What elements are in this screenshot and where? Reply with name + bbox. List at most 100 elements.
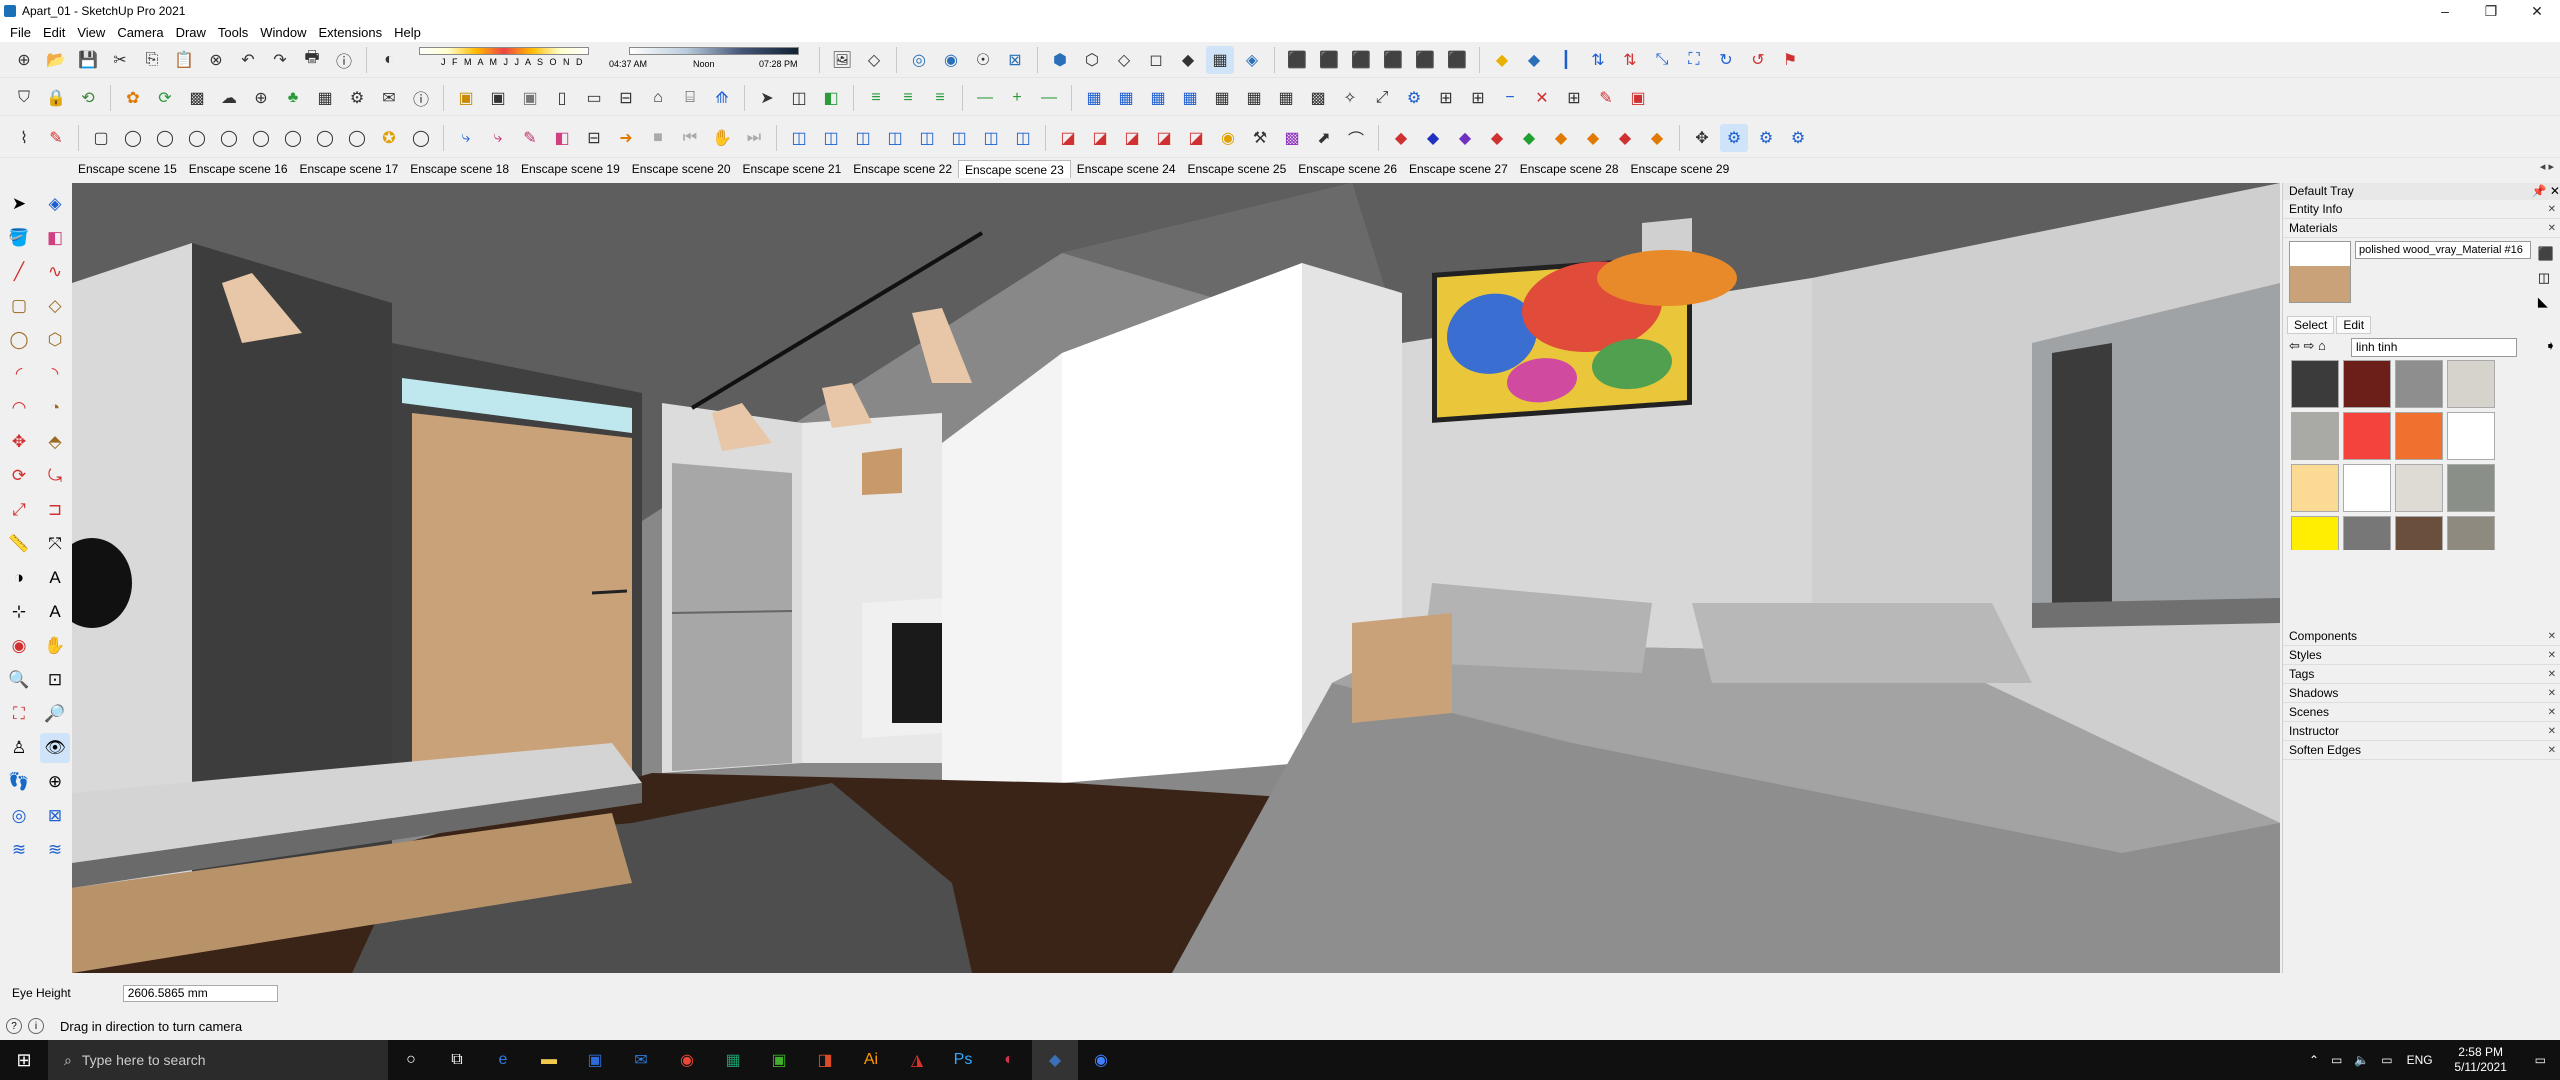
material-swatch[interactable]: [2343, 464, 2391, 512]
tool-c-icon[interactable]: ◪: [1118, 124, 1146, 152]
select-tab[interactable]: Select: [2287, 316, 2335, 334]
cube-8-icon[interactable]: ◫: [1009, 124, 1037, 152]
close-icon[interactable]: ✕: [2548, 219, 2560, 237]
menu-extensions[interactable]: Extensions: [313, 25, 389, 40]
scene-tab[interactable]: Enscape scene 19: [515, 160, 626, 178]
undo-icon[interactable]: ↶: [234, 46, 262, 74]
offset-tool-icon[interactable]: ⊐: [40, 495, 70, 525]
material-swatch[interactable]: [2291, 412, 2339, 460]
scene-tab[interactable]: Enscape scene 24: [1071, 160, 1182, 178]
photoshop-icon[interactable]: Ps: [940, 1040, 986, 1080]
diamond-red-3-icon[interactable]: ◆: [1611, 124, 1639, 152]
cube-4-icon[interactable]: ◫: [881, 124, 909, 152]
edge-icon[interactable]: e: [480, 1040, 526, 1080]
copy-icon[interactable]: ⎘: [138, 46, 166, 74]
previous-view-tool-icon[interactable]: 🔎: [40, 699, 70, 729]
box-profile-icon[interactable]: ▢: [87, 124, 115, 152]
arrow-right-icon[interactable]: ➜: [612, 124, 640, 152]
tree-icon[interactable]: ♣: [279, 84, 307, 112]
component-box-icon[interactable]: ▣: [452, 84, 480, 112]
cube-1-icon[interactable]: ◫: [785, 124, 813, 152]
enscape-start-icon[interactable]: ◆: [1488, 46, 1516, 74]
material-swatch[interactable]: [2447, 412, 2495, 460]
menu-edit[interactable]: Edit: [37, 25, 71, 40]
scene-tab[interactable]: Enscape scene 29: [1625, 160, 1736, 178]
zoom-extents-icon[interactable]: ◉: [937, 46, 965, 74]
zoom-extents-tool-icon[interactable]: ⛶: [4, 699, 34, 729]
line-style-3-icon[interactable]: ≡: [926, 84, 954, 112]
select-arrow-icon[interactable]: ➤: [753, 84, 781, 112]
cortana-icon[interactable]: ○: [388, 1040, 434, 1080]
diamond-purple-icon[interactable]: ◆: [1451, 124, 1479, 152]
tape-blue-icon[interactable]: ⤷: [452, 124, 480, 152]
library-nav[interactable]: ⇦ ⇨ ⌂: [2289, 338, 2326, 354]
grid-3-icon[interactable]: ▦: [1144, 84, 1172, 112]
grid-7-icon[interactable]: ▦: [1272, 84, 1300, 112]
tool-d-icon[interactable]: ◪: [1150, 124, 1178, 152]
sandbox-icon[interactable]: ✿: [119, 84, 147, 112]
right-view-icon[interactable]: ⬛: [1379, 46, 1407, 74]
edit-icon[interactable]: ✎: [516, 124, 544, 152]
info-dark-icon[interactable]: ⓘ: [407, 84, 435, 112]
sketchup-icon[interactable]: ◆: [1032, 1040, 1078, 1080]
walk-icon[interactable]: ☉: [969, 46, 997, 74]
material-swatch[interactable]: [2343, 516, 2391, 550]
checker-pattern-icon[interactable]: ▩: [1304, 84, 1332, 112]
close-icon[interactable]: ✕: [2548, 703, 2560, 721]
tray-pin-close-icon[interactable]: 📌 ✕: [2532, 183, 2560, 200]
scene-tab[interactable]: Enscape scene 21: [737, 160, 848, 178]
cabinet-icon[interactable]: ⊟: [612, 84, 640, 112]
tray-chevron-icon[interactable]: ⌃: [2309, 1053, 2319, 1067]
front-view-icon[interactable]: ⬛: [1347, 46, 1375, 74]
3d-text-tool-icon[interactable]: A: [40, 597, 70, 627]
scene-tab[interactable]: Enscape scene 28: [1514, 160, 1625, 178]
stop-icon[interactable]: ■: [644, 124, 672, 152]
language-indicator[interactable]: ENG: [2407, 1053, 2433, 1067]
light-bulb-icon[interactable]: ◉: [1214, 124, 1242, 152]
chrome-icon[interactable]: ◉: [664, 1040, 710, 1080]
media-icon[interactable]: ◐: [986, 1040, 1032, 1080]
map-icon[interactable]: ▦: [311, 84, 339, 112]
time-slider[interactable]: [629, 46, 799, 55]
line-style-2-icon[interactable]: ≡: [894, 84, 922, 112]
arc-tool-icon[interactable]: ◜: [4, 359, 34, 389]
minimize-button[interactable]: –: [2422, 0, 2468, 22]
component-tool-icon[interactable]: ◈: [40, 189, 70, 219]
move-cross-icon[interactable]: ✥: [1688, 124, 1716, 152]
close-icon[interactable]: ✕: [2548, 684, 2560, 702]
scenes-section[interactable]: Scenes ✕: [2283, 703, 2560, 722]
close-icon[interactable]: ✕: [2548, 722, 2560, 740]
curve-icon[interactable]: ⌒: [1342, 124, 1370, 152]
profile-6-icon[interactable]: ◯: [247, 124, 275, 152]
soften-edges-section[interactable]: Soften Edges ✕: [2283, 741, 2560, 760]
sketchup-layout-icon[interactable]: ▣: [756, 1040, 802, 1080]
three-point-arc-tool-icon[interactable]: ◠: [4, 393, 34, 423]
dimension-tool-icon[interactable]: ⤧: [40, 529, 70, 559]
cross-red-icon[interactable]: ✕: [1528, 84, 1556, 112]
material-swatch[interactable]: [2447, 360, 2495, 408]
profile-2-icon[interactable]: ◯: [119, 124, 147, 152]
gear-blue-icon[interactable]: ⚙: [1400, 84, 1428, 112]
grid-6-icon[interactable]: ▦: [1240, 84, 1268, 112]
photo-textures-icon[interactable]: 🖼: [828, 46, 856, 74]
protractor-tool-icon[interactable]: ◑: [4, 563, 34, 593]
pencil-red-icon[interactable]: ✎: [1592, 84, 1620, 112]
components-section[interactable]: Components ✕: [2283, 627, 2560, 646]
erase-icon[interactable]: ⊗: [202, 46, 230, 74]
paint-bucket-icon[interactable]: ◧: [817, 84, 845, 112]
walk-tool-icon[interactable]: 👣: [4, 767, 34, 797]
library-select[interactable]: linh tinh: [2351, 338, 2517, 357]
profile-4-icon[interactable]: ◯: [183, 124, 211, 152]
profile-3-icon[interactable]: ◯: [151, 124, 179, 152]
acrobat-icon[interactable]: ◮: [894, 1040, 940, 1080]
back-view-icon[interactable]: ⬛: [1411, 46, 1439, 74]
info-icon[interactable]: i: [28, 1018, 44, 1034]
tool-e-icon[interactable]: ◪: [1182, 124, 1210, 152]
cloud-icon[interactable]: ☁: [215, 84, 243, 112]
material-swatch[interactable]: [2447, 464, 2495, 512]
cut-icon[interactable]: ✂: [106, 46, 134, 74]
scene-tab[interactable]: Enscape scene 20: [626, 160, 737, 178]
battery-icon[interactable]: ▭: [2381, 1053, 2392, 1067]
measurement-input[interactable]: 2606.5865 mm: [122, 984, 278, 1002]
scene-scroll-arrows[interactable]: ◂ ▸: [2540, 160, 2554, 173]
